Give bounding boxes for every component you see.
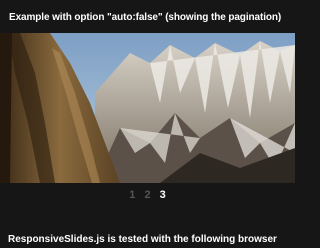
pager-link-2[interactable]: 2 — [144, 189, 150, 201]
slideshow-pagination: 1 2 3 — [0, 187, 295, 203]
slideshow-image — [0, 33, 295, 183]
pager-link-3[interactable]: 3 — [160, 189, 166, 201]
example-heading: Example with option "auto:false" (showin… — [9, 12, 282, 23]
pager-link-1[interactable]: 1 — [129, 189, 135, 201]
browser-support-heading: ResponsiveSlides.js is tested with the f… — [8, 234, 277, 245]
